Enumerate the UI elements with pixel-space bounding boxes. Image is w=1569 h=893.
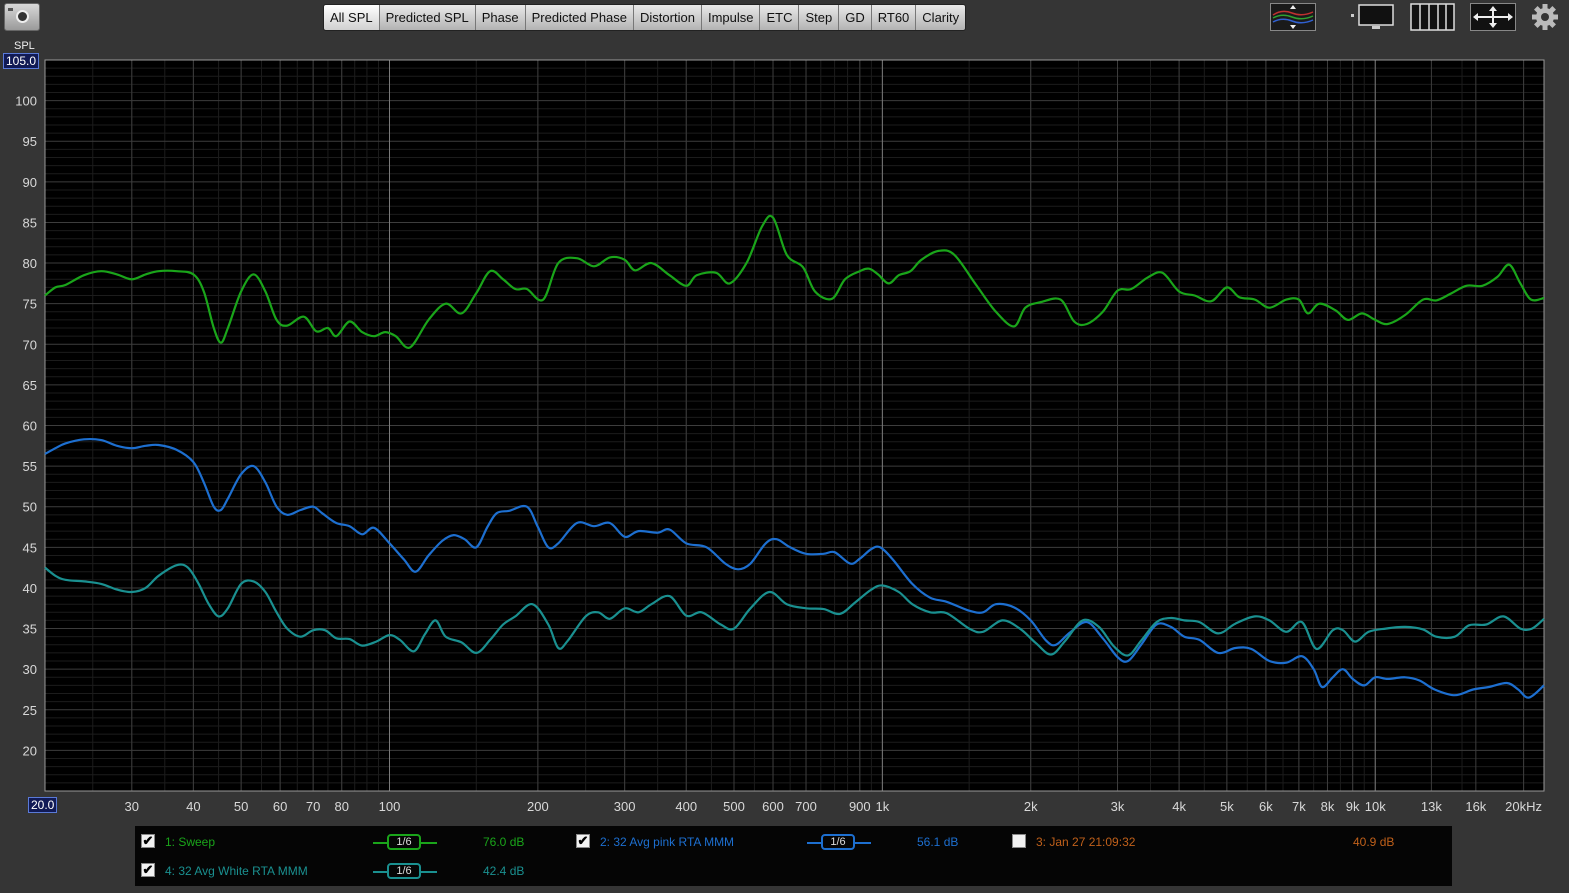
y-tick-label: 50 — [23, 500, 37, 515]
x-tick-label: 70 — [306, 799, 320, 814]
smoothing-label: 1/6 — [387, 834, 421, 850]
trace-name[interactable]: 1: Sweep — [165, 835, 215, 849]
trace-visible-checkbox[interactable] — [1012, 834, 1026, 848]
y-tick-label: 70 — [23, 337, 37, 352]
x-tick-label: 9k — [1346, 799, 1360, 814]
trace-visible-checkbox[interactable]: ✔ — [141, 863, 155, 877]
trace-visible-checkbox[interactable]: ✔ — [141, 834, 155, 848]
smoothing-label: 1/6 — [387, 863, 421, 879]
x-tick-label: 16k — [1465, 799, 1486, 814]
smoothing-label: 1/6 — [821, 834, 855, 850]
x-tick-label: 20kHz — [1505, 799, 1542, 814]
x-tick-label: 700 — [795, 799, 817, 814]
y-tick-label: 60 — [23, 419, 37, 434]
trace-legend: ✔ 1: Sweep 1/6 76.0 dB ✔ 2: 32 Avg pink RTA M… — [135, 826, 1452, 886]
x-tick-label: 200 — [527, 799, 549, 814]
x-tick-label: 5k — [1220, 799, 1234, 814]
y-tick-label: 75 — [23, 297, 37, 312]
x-axis-left-input[interactable]: 20.0 — [28, 797, 58, 813]
x-tick-label: 30 — [125, 799, 139, 814]
x-tick-label: 2k — [1024, 799, 1038, 814]
trace-level-value: 56.1 dB — [917, 835, 959, 849]
spl-chart[interactable]: 20 25 30 35 40 45 50 55 60 65 70 75 80 85 90 95 100 30 40 5… — [0, 0, 1569, 826]
y-tick-label: 85 — [23, 215, 37, 230]
smoothing-selector[interactable]: 1/6 — [373, 834, 437, 852]
y-tick-label: 35 — [23, 622, 37, 637]
x-tick-label: 50 — [234, 799, 248, 814]
trace-level-value: 76.0 dB — [483, 835, 525, 849]
x-tick-label: 300 — [614, 799, 636, 814]
x-tick-label: 10k — [1365, 799, 1386, 814]
trace-level-value: 40.9 dB — [1353, 835, 1395, 849]
y-tick-label: 30 — [23, 662, 37, 677]
y-tick-label: 45 — [23, 540, 37, 555]
y-tick-label: 95 — [23, 134, 37, 149]
y-tick-label: 90 — [23, 175, 37, 190]
x-tick-label: 6k — [1259, 799, 1273, 814]
trace-name[interactable]: 3: Jan 27 21:09:32 — [1036, 835, 1135, 849]
x-tick-label: 13k — [1421, 799, 1442, 814]
x-tick-label: 7k — [1292, 799, 1306, 814]
x-tick-label: 40 — [186, 799, 200, 814]
x-tick-label: 600 — [762, 799, 784, 814]
y-axis-top-input[interactable]: 105.0 — [3, 53, 40, 69]
y-tick-label: 40 — [23, 581, 37, 596]
y-tick-label: 55 — [23, 459, 37, 474]
y-tick-label: 65 — [23, 378, 37, 393]
x-tick-label: 400 — [675, 799, 697, 814]
y-tick-label: 100 — [15, 94, 37, 109]
trace-visible-checkbox[interactable]: ✔ — [576, 834, 590, 848]
smoothing-selector[interactable]: 1/6 — [373, 863, 437, 881]
y-tick-label: 20 — [23, 743, 37, 758]
x-tick-label: 900 — [849, 799, 871, 814]
x-tick-label: 8k — [1321, 799, 1335, 814]
x-tick-label: 80 — [335, 799, 349, 814]
trace-name[interactable]: 4: 32 Avg White RTA MMM — [165, 864, 308, 878]
trace-level-value: 42.4 dB — [483, 864, 525, 878]
x-tick-label: 60 — [273, 799, 287, 814]
x-tick-label: 1k — [875, 799, 889, 814]
x-tick-label: 100 — [379, 799, 401, 814]
y-tick-label: 80 — [23, 256, 37, 271]
smoothing-selector[interactable]: 1/6 — [807, 834, 871, 852]
x-tick-label: 500 — [723, 799, 745, 814]
trace-name[interactable]: 2: 32 Avg pink RTA MMM — [600, 835, 734, 849]
y-tick-label: 25 — [23, 703, 37, 718]
x-tick-label: 4k — [1172, 799, 1186, 814]
x-tick-label: 3k — [1111, 799, 1125, 814]
